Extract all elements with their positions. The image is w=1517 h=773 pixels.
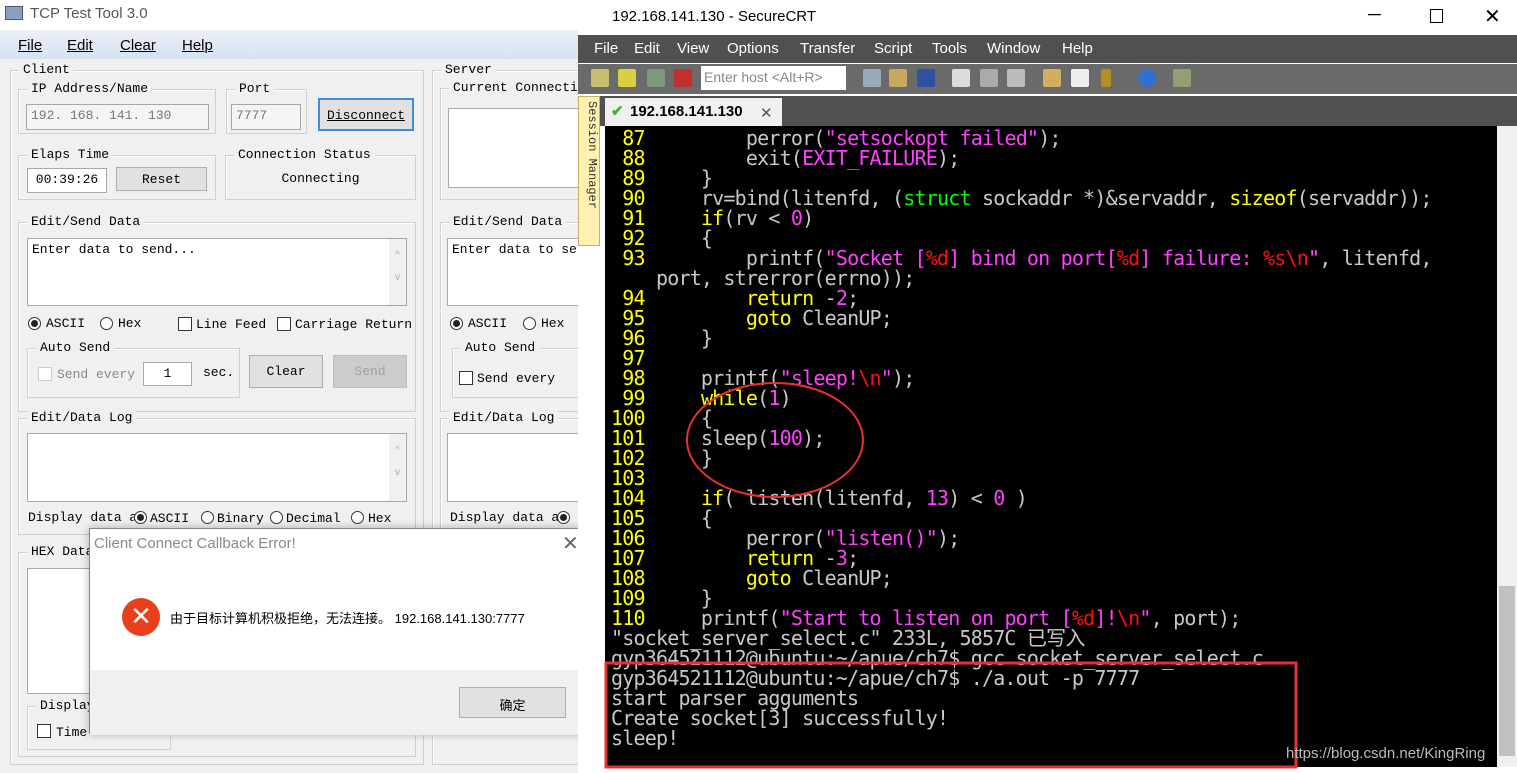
display-binary-radio[interactable] [201,511,214,524]
annotations [604,382,1298,769]
time-checkbox[interactable] [37,724,51,738]
reset-button[interactable]: Reset [116,167,207,191]
server-ascii-radio[interactable] [450,317,463,330]
annotation-rectangle [604,661,1298,769]
menu-clear[interactable]: Clear [120,37,156,54]
ok-button[interactable]: 确定 [459,687,566,718]
port-input[interactable]: 7777 [231,104,301,130]
display-binary-label: Binary [217,511,264,526]
current-connection-label: Current Connectio [449,80,590,95]
sec-label: sec. [203,365,235,380]
server-ascii-label: ASCII [468,316,508,331]
send-every-label: Send every [57,367,136,382]
securecrt-window: 192.168.141.130 - SecureCRT ─ ✕ File Edi… [578,0,1517,773]
hex-label: Hex [118,316,142,331]
dialog-title: Client Connect Callback Error! [94,535,296,552]
ascii-radio[interactable] [28,317,41,330]
annotation-circle [686,382,864,498]
display-hex-label: Hex [368,511,392,526]
dialog-close-icon[interactable]: ✕ [562,531,579,556]
edit-send-label: Edit/Send Data [27,214,145,229]
elaps-time-label: Elaps Time [27,147,114,162]
clear-button[interactable]: Clear [249,355,323,388]
ip-label: IP Address/Name [27,81,153,96]
line-feed-label: Line Feed [196,317,267,332]
server-auto-send-label: Auto Send [461,340,540,355]
display-ascii-radio[interactable] [134,511,147,524]
hex-data-label: HEX Data [27,544,98,559]
client-label: Client [19,62,74,77]
menu-file[interactable]: File [18,37,42,54]
auto-send-label: Auto Send [36,340,115,355]
error-dialog: Client Connect Callback Error! ✕ ✕ 由于目标计… [89,528,590,735]
send-data-textarea[interactable]: Enter data to send... [27,238,407,306]
hex-radio[interactable] [100,317,113,330]
app-icon [5,6,23,20]
port-label: Port [235,81,275,96]
error-icon: ✕ [122,598,160,636]
server-hex-radio[interactable] [523,317,536,330]
server-send-every-checkbox[interactable] [459,371,473,385]
connection-status-value: Connecting [281,171,360,186]
watermark: https://blog.csdn.net/KingRing [1286,745,1486,762]
server-edit-send-label: Edit/Send Data [449,214,567,229]
ip-address-input[interactable]: 192. 168. 141. 130 [26,104,209,130]
menu-bar: File Edit Clear Help [0,33,600,59]
send-scrollbar[interactable]: ^ v [389,239,406,305]
display-decimal-label: Decimal [286,511,341,526]
carriage-return-label: Carriage Return [295,317,413,332]
server-display-ascii-radio[interactable] [557,511,570,524]
server-hex-label: Hex [541,316,565,331]
data-log-textarea[interactable] [27,433,407,502]
disconnect-button[interactable]: Disconnect [318,98,414,131]
window-title: TCP Test Tool 3.0 [0,0,600,30]
interval-input[interactable]: 1 [143,362,192,386]
display-decimal-radio[interactable] [270,511,283,524]
server-label: Server [441,62,496,77]
connection-status-label: Connection Status [234,147,375,162]
display-hex-radio[interactable] [351,511,364,524]
menu-help[interactable]: Help [182,37,213,54]
server-display-as-label: Display data a [450,510,560,525]
send-button[interactable]: Send [333,355,407,388]
line-feed-checkbox[interactable] [178,317,192,331]
display-ascii-label: ASCII [150,511,190,526]
display-as-label: Display data a [28,510,138,525]
carriage-return-checkbox[interactable] [277,317,291,331]
server-send-every-label: Send every [477,371,556,386]
ascii-label: ASCII [46,316,86,331]
log-scrollbar[interactable]: ^ v [389,434,406,501]
elaps-time-value: 00:39:26 [27,168,107,193]
menu-edit[interactable]: Edit [67,37,93,54]
data-log-label: Edit/Data Log [27,410,137,425]
dialog-message: 由于目标计算机积极拒绝，无法连接。 192.168.141.130:7777 [170,611,525,626]
time-label: Time [56,725,88,740]
send-every-checkbox[interactable] [38,367,52,381]
server-data-log-label: Edit/Data Log [449,410,559,425]
